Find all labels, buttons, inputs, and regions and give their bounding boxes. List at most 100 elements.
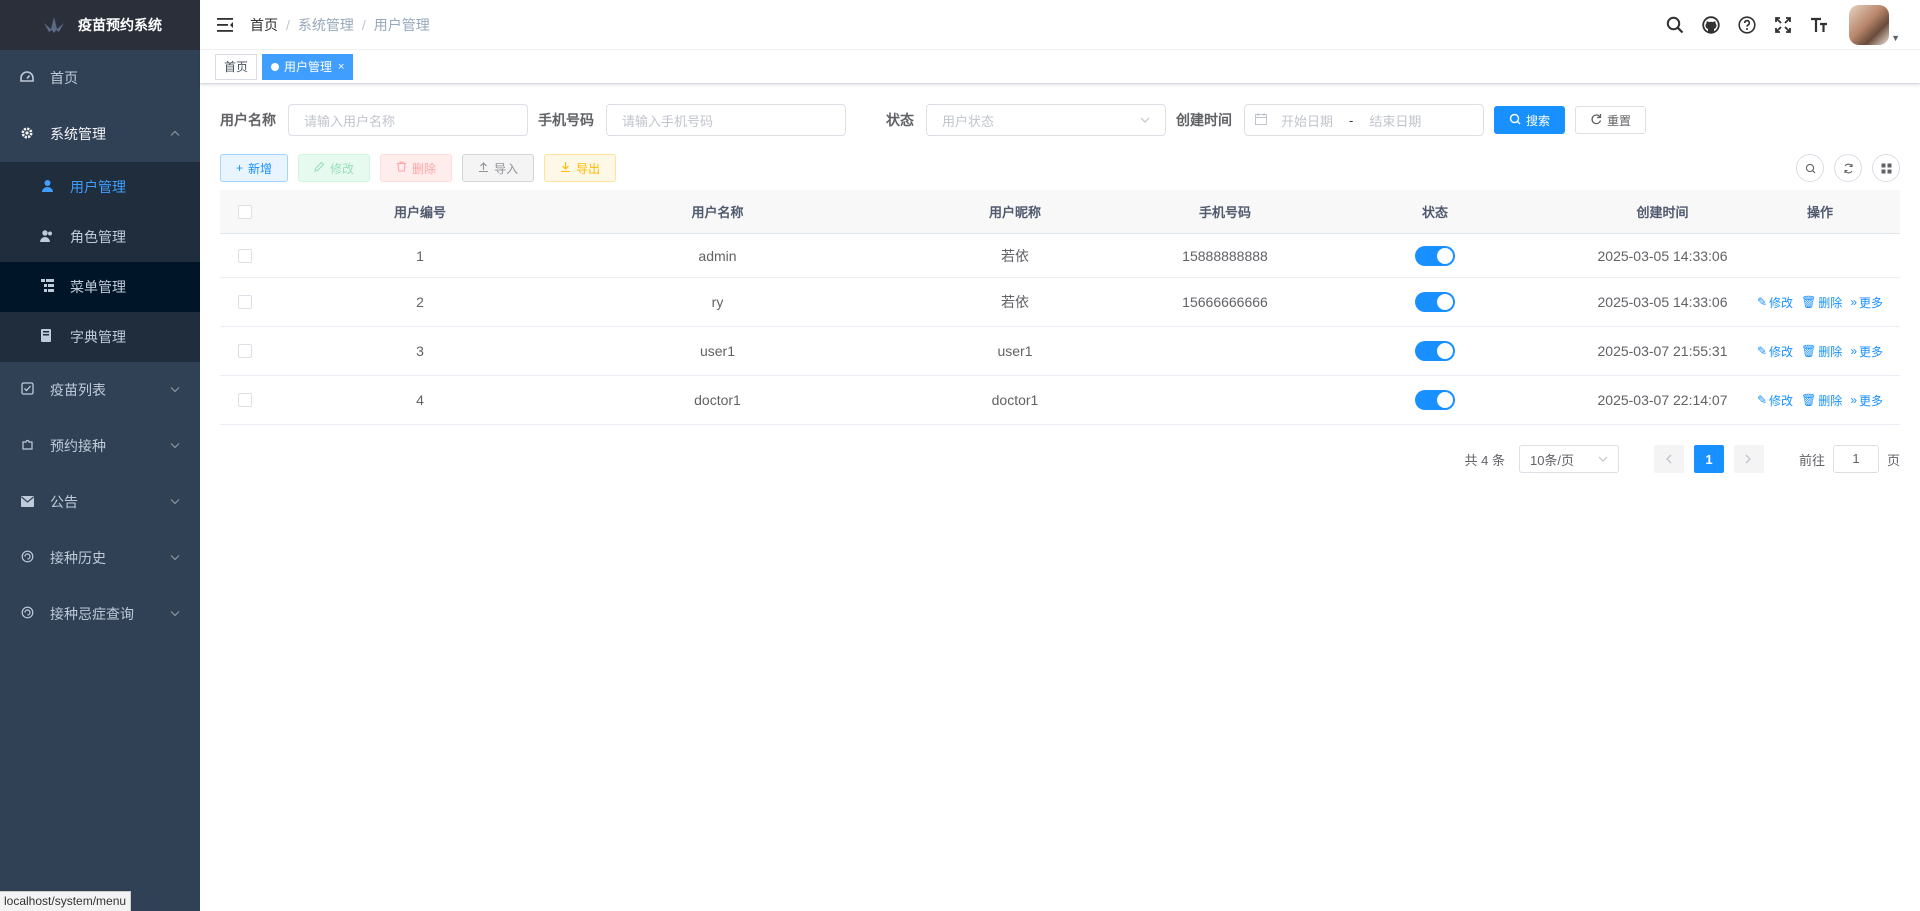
fullscreen-icon[interactable] (1773, 15, 1793, 35)
status-switch[interactable] (1415, 292, 1455, 312)
sidebar-item-label: 公告 (50, 494, 78, 510)
goto-page-input[interactable]: 1 (1832, 445, 1879, 473)
row-checkbox[interactable] (238, 248, 252, 263)
gear-icon (20, 126, 34, 143)
import-button[interactable]: 导入 (462, 154, 535, 182)
search-icon (1509, 113, 1521, 128)
status-select[interactable]: 用户状态 (926, 104, 1166, 136)
double-arrow-right-icon: » (1850, 393, 1857, 407)
column-header: 创建时间 (1636, 205, 1689, 220)
sidebar-item-dict[interactable]: 字典管理 (0, 312, 200, 362)
row-more-link[interactable]: » 更多 (1850, 294, 1883, 311)
search-icon[interactable] (1665, 15, 1685, 35)
refresh-button[interactable] (1834, 154, 1862, 182)
row-edit-link[interactable]: ✎ 修改 (1757, 343, 1793, 360)
sidebar-item-booking[interactable]: 预约接种 (0, 418, 200, 474)
nickname-cell: doctor1 (991, 392, 1039, 408)
status-placeholder: 用户状态 (942, 113, 995, 129)
tag-home[interactable]: 首页 (215, 53, 258, 80)
status-switch[interactable] (1415, 390, 1455, 410)
phone-placeholder: 请输入手机号码 (622, 113, 714, 129)
start-date-placeholder[interactable]: 开始日期 (1281, 111, 1333, 130)
github-icon[interactable] (1701, 15, 1721, 35)
username-input[interactable]: 请输入用户名称 (288, 104, 528, 136)
created-time-cell: 2025-03-07 22:14:07 (1597, 392, 1728, 408)
user-avatar-dropdown[interactable]: ▼ (1849, 5, 1900, 45)
double-arrow-right-icon: » (1850, 344, 1857, 358)
row-edit-link[interactable]: ✎ 修改 (1757, 294, 1793, 311)
app-root: 疫苗预约系统 首页 系统管理 用户管理 角色管理 菜单管理 字典管理 疫苗列表 … (0, 0, 1920, 911)
logo[interactable]: 疫苗预约系统 (0, 0, 200, 50)
edit-button-label: 修改 (330, 161, 355, 176)
range-separator: - (1349, 112, 1354, 128)
phone-input[interactable]: 请输入手机号码 (606, 104, 846, 136)
row-checkbox[interactable] (238, 393, 252, 407)
status-bar-url: localhost/system/menu (0, 891, 132, 911)
row-checkbox[interactable] (238, 344, 252, 358)
username-cell: doctor1 (694, 392, 741, 408)
checkbox-icon (20, 382, 34, 398)
font-size-icon[interactable] (1809, 15, 1829, 35)
row-delete-link[interactable]: 🗑 删除 (1801, 392, 1842, 409)
main-container: 首页 / 系统管理 / 用户管理 ▼ 首页 用户管理 × 用户名称 请输入用户名… (200, 0, 1920, 911)
created-time-cell: 2025-03-05 14:33:06 (1597, 294, 1728, 310)
status-cell (1285, 390, 1585, 410)
row-more-link[interactable]: » 更多 (1850, 343, 1883, 360)
sidebar-item-label: 角色管理 (70, 229, 126, 245)
row-delete-link[interactable]: 🗑 删除 (1801, 343, 1842, 360)
operations-cell: ✎ 修改 🗑 删除 » 更多 (1740, 343, 1900, 360)
date-range-picker[interactable]: 开始日期 - 结束日期 (1244, 104, 1484, 136)
row-delete-link[interactable]: 🗑 删除 (1801, 294, 1842, 311)
prev-page-button[interactable] (1653, 445, 1684, 473)
refresh-icon (1843, 163, 1853, 173)
row-more-link[interactable]: » 更多 (1850, 392, 1883, 409)
row-edit-link[interactable]: ✎ 修改 (1757, 392, 1793, 409)
sidebar-item-menus[interactable]: 菜单管理 (0, 262, 200, 312)
table-row: 1 admin 若依 15888888888 2025-03-05 14:33:… (220, 234, 1900, 278)
columns-button[interactable] (1872, 154, 1900, 182)
status-label: 状态 (886, 112, 914, 128)
username-cell: admin (698, 247, 737, 264)
cascader-icon (20, 606, 34, 622)
add-button[interactable]: + 新增 (220, 154, 289, 182)
sidebar-item-roles[interactable]: 角色管理 (0, 212, 200, 262)
user-id-cell: 4 (416, 392, 424, 408)
question-icon[interactable] (1737, 15, 1757, 35)
search-button[interactable]: 搜索 (1494, 106, 1566, 134)
sidebar-item-vaccines[interactable]: 疫苗列表 (0, 362, 200, 418)
close-icon[interactable]: × (338, 55, 344, 79)
page-size-select[interactable]: 10条/页 (1518, 445, 1619, 473)
export-button[interactable]: 导出 (544, 154, 617, 182)
page-unit-label: 页 (1886, 452, 1900, 468)
hamburger-button[interactable] (200, 0, 250, 50)
grid-icon (1881, 163, 1891, 173)
right-toolbar (1796, 154, 1900, 182)
row-checkbox[interactable] (238, 295, 252, 309)
page-number-button[interactable]: 1 (1693, 445, 1724, 473)
sidebar-item-users[interactable]: 用户管理 (0, 162, 200, 212)
sidebar-item-contraindication[interactable]: 接种忌症查询 (0, 586, 200, 642)
row-edit-label: 修改 (1769, 344, 1794, 359)
add-button-label: 新增 (248, 161, 273, 176)
end-date-placeholder[interactable]: 结束日期 (1369, 111, 1421, 130)
status-switch[interactable] (1415, 245, 1455, 266)
breadcrumb-home[interactable]: 首页 (250, 15, 278, 35)
sidebar-item-home[interactable]: 首页 (0, 50, 200, 106)
edit-icon: ✎ (1756, 344, 1768, 358)
sidebar-item-system[interactable]: 系统管理 (0, 106, 200, 162)
select-all-checkbox[interactable] (238, 204, 252, 219)
reset-button[interactable]: 重置 (1575, 106, 1647, 134)
tag-users[interactable]: 用户管理 × (262, 53, 354, 80)
toggle-search-button[interactable] (1796, 154, 1824, 182)
delete-button[interactable]: 删除 (380, 154, 453, 182)
next-page-button[interactable] (1733, 445, 1764, 473)
search-button-label: 搜索 (1526, 113, 1551, 128)
sidebar-item-history[interactable]: 接种历史 (0, 530, 200, 586)
table-row: 3 user1 user1 2025-03-07 21:55:31 ✎ 修改 🗑 删… (220, 327, 1900, 376)
edit-button[interactable]: 修改 (298, 154, 371, 182)
peoples-icon (40, 229, 54, 245)
status-switch[interactable] (1415, 341, 1455, 361)
sidebar-item-label: 菜单管理 (70, 279, 126, 295)
sidebar-item-notice[interactable]: 公告 (0, 474, 200, 530)
created-time-cell: 2025-03-07 21:55:31 (1597, 343, 1728, 359)
